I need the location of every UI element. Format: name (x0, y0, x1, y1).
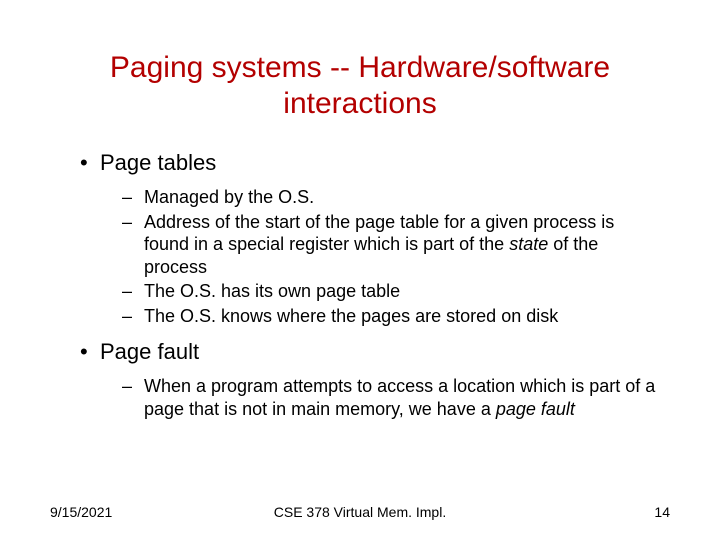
sub-item: When a program attempts to access a loca… (122, 375, 660, 420)
sub-item: Managed by the O.S. (122, 186, 660, 209)
slide: Paging systems -- Hardware/software inte… (0, 0, 720, 540)
footer: 9/15/2021 CSE 378 Virtual Mem. Impl. 14 (0, 504, 720, 520)
sub-text: Managed by the O.S. (144, 187, 314, 207)
sub-list: When a program attempts to access a loca… (100, 375, 660, 420)
sub-text: The O.S. has its own page table (144, 281, 400, 301)
emphasis: page fault (496, 399, 575, 419)
bullet-item: Page tables Managed by the O.S. Address … (80, 150, 660, 327)
sub-text: When a program attempts to access a loca… (144, 376, 655, 419)
sub-item: Address of the start of the page table f… (122, 211, 660, 279)
sub-item: The O.S. knows where the pages are store… (122, 305, 660, 328)
bullet-text: Page fault (100, 339, 199, 364)
slide-title: Paging systems -- Hardware/software inte… (60, 50, 660, 122)
bullet-text: Page tables (100, 150, 216, 175)
sub-list: Managed by the O.S. Address of the start… (100, 186, 660, 327)
sub-item: The O.S. has its own page table (122, 280, 660, 303)
bullet-item: Page fault When a program attempts to ac… (80, 339, 660, 420)
footer-course: CSE 378 Virtual Mem. Impl. (0, 504, 720, 520)
emphasis: state (509, 234, 548, 254)
sub-text: The O.S. knows where the pages are store… (144, 306, 558, 326)
bullet-list: Page tables Managed by the O.S. Address … (60, 150, 660, 420)
